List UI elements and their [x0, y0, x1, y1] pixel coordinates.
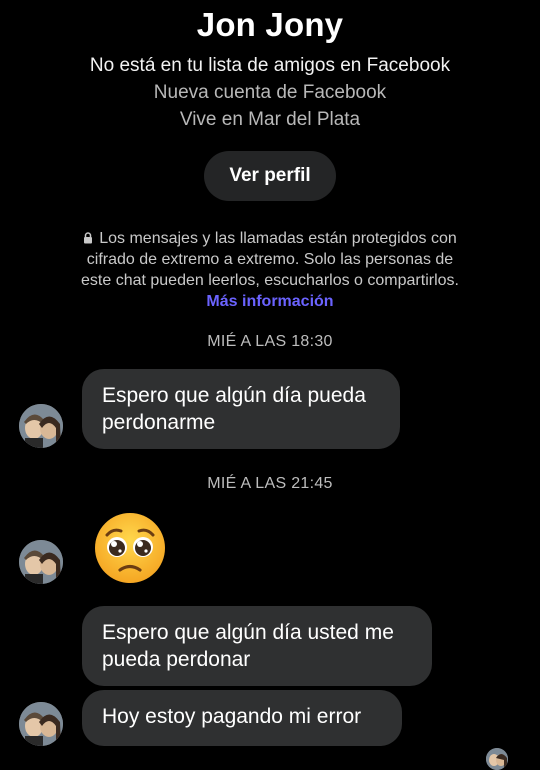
avatar[interactable]: [19, 404, 63, 448]
lock-icon: [83, 232, 93, 244]
encryption-notice-text: Los mensajes y las llamadas están proteg…: [81, 230, 459, 289]
account-age-text: Nueva cuenta de Facebook: [153, 82, 387, 103]
read-receipt-avatar: [486, 748, 508, 770]
friend-status-text: No está en tu lista de amigos en Faceboo…: [89, 55, 451, 76]
timestamp: MIÉ A LAS 21:45: [207, 475, 333, 492]
pleading-face-emoji[interactable]: [93, 511, 167, 585]
avatar[interactable]: [19, 540, 63, 584]
timestamp: MIÉ A LAS 18:30: [207, 333, 333, 350]
encryption-notice: Los mensajes y las llamadas están proteg…: [70, 228, 470, 312]
view-profile-button[interactable]: Ver perfil: [204, 151, 336, 201]
message-bubble[interactable]: Espero que algún día usted me pueda perd…: [82, 606, 432, 686]
avatar[interactable]: [19, 702, 63, 746]
message-bubble[interactable]: Espero que algún día pueda perdonarme: [82, 369, 400, 449]
location-text: Vive en Mar del Plata: [179, 109, 361, 130]
contact-name: Jon Jony: [196, 6, 344, 43]
message-bubble[interactable]: Hoy estoy pagando mi error: [82, 690, 402, 746]
more-info-link[interactable]: Más información: [206, 293, 333, 310]
